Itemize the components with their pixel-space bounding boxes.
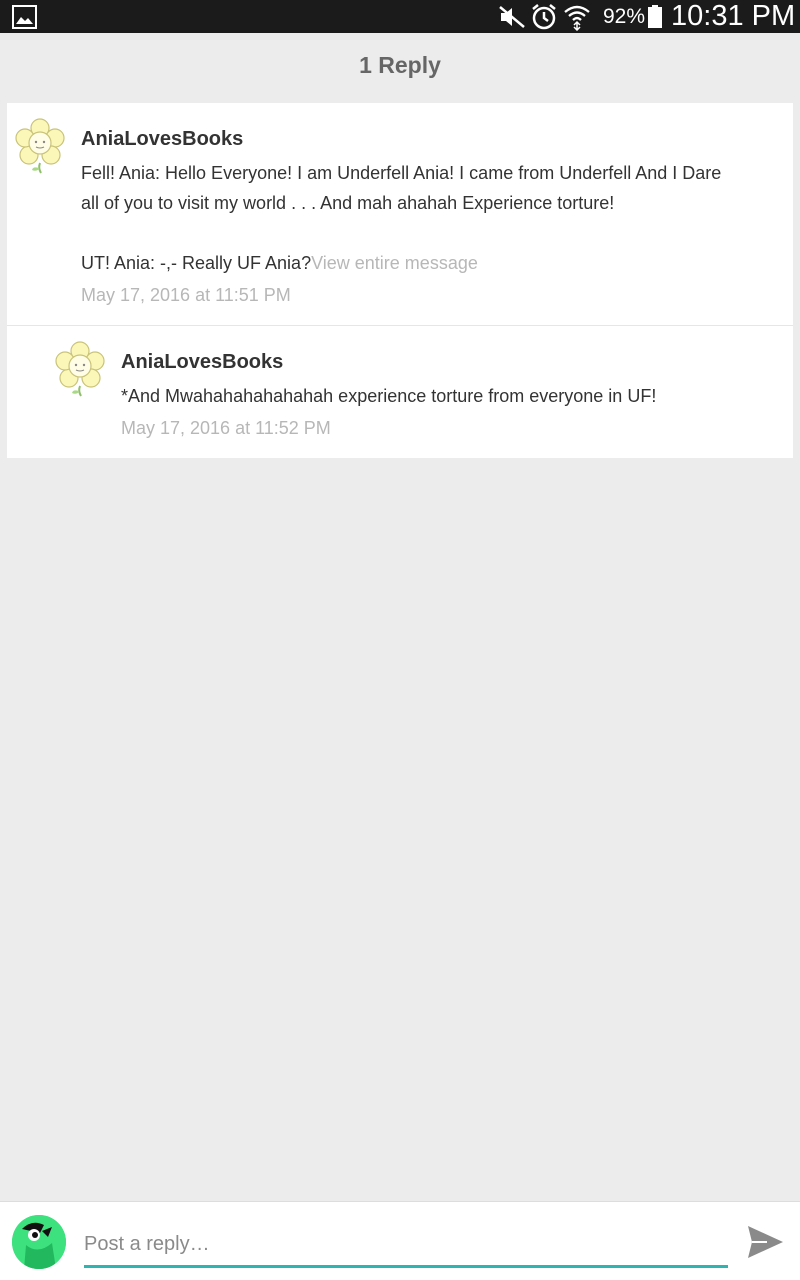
reply-text: *And Mwahahahahahahah experience torture… <box>121 386 657 406</box>
user-avatar[interactable] <box>12 1215 66 1269</box>
page-title: 1 Reply <box>359 52 441 78</box>
battery-icon <box>648 5 662 28</box>
status-bar: 92% 10:31 PM <box>0 0 800 33</box>
clock: 10:31 PM <box>671 0 796 32</box>
wifi-icon <box>564 5 590 31</box>
reply-author[interactable]: AniaLovesBooks <box>121 351 283 374</box>
send-icon[interactable] <box>745 1222 785 1262</box>
reply-input[interactable] <box>84 1222 728 1268</box>
comment-text-line: Fell! Ania: Hello Everyone! I am Underfe… <box>81 163 722 183</box>
comment-author[interactable]: AniaLovesBooks <box>81 128 243 151</box>
divider <box>7 325 793 326</box>
battery-percentage: 92% <box>603 5 646 28</box>
reply-bar <box>0 1201 800 1280</box>
flower-avatar-icon[interactable] <box>14 118 66 174</box>
comment-thread-card: AniaLovesBooks Fell! Ania: Hello Everyon… <box>7 103 793 458</box>
reply-timestamp: May 17, 2016 at 11:52 PM <box>121 418 331 438</box>
mute-icon <box>499 6 525 28</box>
comment-text-truncated: UT! Ania: -,- Really UF Ania? <box>81 253 312 273</box>
view-entire-message-link[interactable]: View entire message <box>311 253 478 273</box>
user-avatar-icon <box>12 1215 66 1269</box>
alarm-icon <box>532 4 556 30</box>
comment-text-line: UT! Ania: -,- Really UF Ania?View entire… <box>81 248 478 278</box>
gallery-icon <box>12 5 37 29</box>
comment-text-line: all of you to visit my world . . . And m… <box>81 193 615 213</box>
comment-timestamp: May 17, 2016 at 11:51 PM <box>81 285 291 305</box>
flower-avatar-icon[interactable] <box>54 341 106 397</box>
